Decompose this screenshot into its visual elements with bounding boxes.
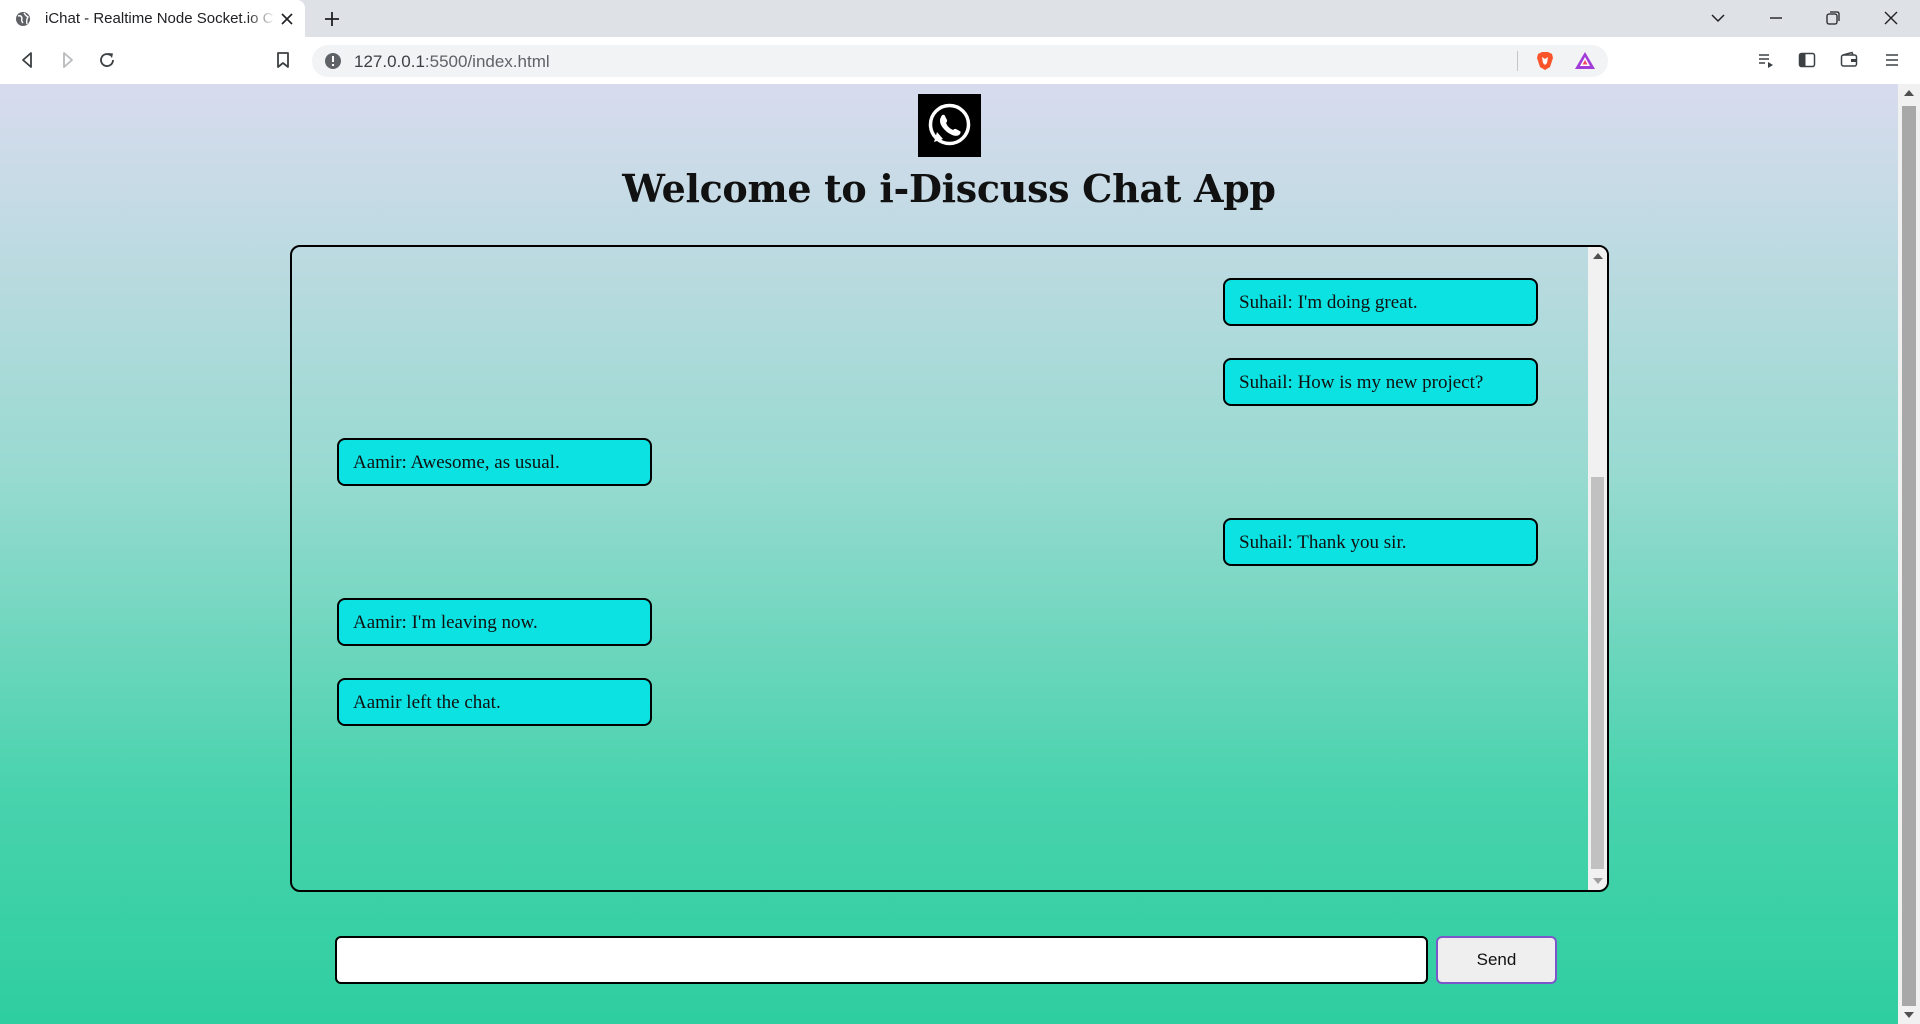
message-right: Suhail: I'm doing great. [1223,278,1538,326]
brave-rewards-icon[interactable] [1574,50,1596,72]
tab-search-chevron-icon[interactable] [1709,9,1727,27]
message-left: Aamir left the chat. [337,678,652,726]
page-scroll-up-icon[interactable] [1904,90,1914,96]
close-tab-icon[interactable] [279,11,295,27]
restore-icon[interactable] [1824,9,1842,27]
close-window-icon[interactable] [1882,9,1900,27]
address-bar[interactable]: 127.0.0.1:5500/index.html [312,45,1608,77]
message-left: Aamir: Awesome, as usual. [337,438,652,486]
chat-container[interactable]: Suhail: I'm doing great. Suhail: How is … [290,245,1609,892]
sidebar-icon[interactable] [1797,50,1817,70]
menu-icon[interactable] [1882,50,1902,70]
scroll-down-arrow-icon[interactable] [1593,878,1603,884]
message-right: Suhail: How is my new project? [1223,358,1538,406]
send-button[interactable]: Send [1436,936,1557,984]
browser-tab-active[interactable]: iChat - Realtime Node Socket.io Chat [0,0,305,37]
playlist-icon[interactable] [1756,50,1776,70]
omnibox-divider [1517,51,1518,71]
page-scroll-thumb[interactable] [1902,106,1916,1006]
chat-scroll-thumb[interactable] [1591,477,1604,869]
bookmark-icon[interactable] [273,50,293,70]
page-scroll-down-icon[interactable] [1904,1012,1914,1018]
tab-title: iChat - Realtime Node Socket.io Chat [45,10,275,27]
wallet-icon[interactable] [1839,50,1859,70]
whatsapp-icon [928,103,971,146]
message-left: Aamir: I'm leaving now. [337,598,652,646]
back-icon[interactable] [18,50,38,70]
browser-toolbar: 127.0.0.1:5500/index.html [0,37,1920,85]
page-scrollbar[interactable] [1898,84,1920,1024]
new-tab-icon[interactable] [322,9,342,29]
url-text: 127.0.0.1:5500/index.html [354,52,550,72]
minimize-icon[interactable] [1767,9,1785,27]
site-info-icon[interactable] [324,52,342,70]
chat-scrollbar[interactable] [1588,247,1607,890]
tab-strip: iChat - Realtime Node Socket.io Chat [0,0,1920,37]
forward-icon[interactable] [57,50,77,70]
url-path: :5500/index.html [424,52,550,71]
page-title: Welcome to i-Discuss Chat App [622,166,1276,211]
whatsapp-logo [918,94,981,157]
message-right: Suhail: Thank you sir. [1223,518,1538,566]
scroll-up-arrow-icon[interactable] [1593,253,1603,259]
reload-icon[interactable] [97,50,117,70]
globe-icon [16,12,30,26]
message-input[interactable] [335,936,1428,984]
brave-shield-icon[interactable] [1534,50,1556,72]
url-host: 127.0.0.1 [354,52,425,71]
page-viewport: Welcome to i-Discuss Chat App Suhail: I'… [0,84,1898,1024]
